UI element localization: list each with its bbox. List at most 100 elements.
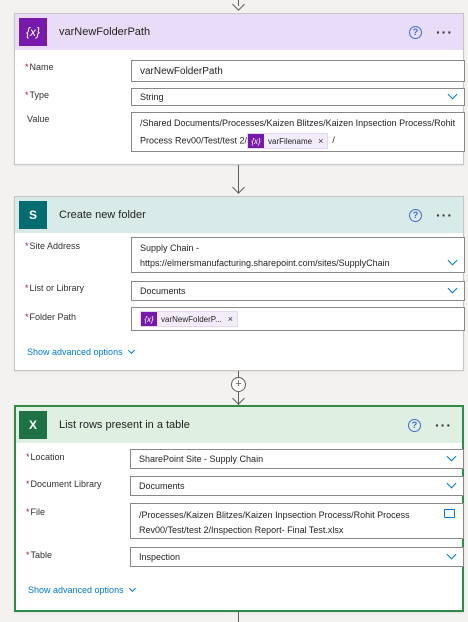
help-icon[interactable]: ? — [409, 25, 422, 39]
token-label: varNewFolderP... — [161, 314, 222, 324]
location-label-text: Location — [30, 452, 65, 462]
excel-icon-label: X — [28, 418, 37, 432]
location-dropdown[interactable]: SharePoint Site - Supply Chain — [130, 449, 464, 469]
show-advanced-options-text[interactable]: Show advanced options — [28, 585, 124, 595]
location-label: *Location — [26, 452, 65, 462]
token-remove-icon[interactable]: × — [318, 136, 323, 146]
variable-icon-label: {x} — [25, 25, 40, 39]
site-line1: Supply Chain - — [140, 243, 200, 253]
site-address-dropdown[interactable]: Supply Chain - https://elmersmanufacturi… — [131, 237, 465, 273]
value-label: Value — [27, 114, 49, 124]
site-line2: https://elmersmanufacturing.sharepoint.c… — [140, 258, 390, 268]
file-field[interactable]: /Processes/Kaizen Blitzes/Kaizen Inpsect… — [130, 503, 464, 539]
table-label: *Table — [26, 550, 52, 560]
folder-path-content: {x} varNewFolderP... × — [140, 311, 239, 327]
value-label-text: Value — [27, 114, 50, 124]
required-mark: * — [25, 62, 29, 72]
document-library-value: Documents — [139, 481, 185, 491]
list-library-label: *List or Library — [25, 283, 84, 293]
required-mark: * — [26, 452, 30, 462]
chevron-down-icon[interactable] — [447, 283, 458, 294]
required-mark: * — [25, 283, 29, 293]
card-header[interactable]: S Create new folder ? ··· — [15, 197, 463, 233]
chevron-down-icon[interactable] — [447, 255, 458, 266]
required-mark: * — [26, 479, 30, 489]
name-label-text: Name — [29, 62, 54, 72]
folder-path-label-text: Folder Path — [29, 312, 77, 322]
type-label-text: Type — [29, 90, 50, 100]
folder-picker-icon[interactable] — [444, 509, 455, 518]
variable-token-icon: {x} — [141, 312, 157, 326]
token-label: varFilename — [268, 136, 313, 146]
document-library-label-text: Document Library — [30, 479, 102, 489]
show-advanced-options-link[interactable]: Show advanced options — [27, 346, 135, 357]
chevron-down-icon[interactable] — [446, 451, 457, 462]
site-address-label-text: Site Address — [29, 241, 81, 251]
more-options-icon[interactable]: ··· — [436, 25, 453, 39]
connector-arrow-icon — [232, 0, 245, 11]
file-line2: Rev00/Test/test 2/Inspection Report- Fin… — [139, 525, 344, 535]
required-mark: * — [25, 241, 29, 251]
required-mark: * — [26, 507, 30, 517]
name-value: varNewFolderPath — [140, 66, 223, 77]
folder-path-label: *Folder Path — [25, 312, 76, 322]
table-dropdown[interactable]: Inspection — [130, 547, 464, 567]
required-mark: * — [25, 90, 29, 100]
sharepoint-icon-label: S — [28, 208, 37, 222]
connector-arrow-icon — [232, 181, 245, 194]
list-rows-card[interactable]: X List rows present in a table ? ··· *Lo… — [14, 405, 464, 612]
varnewfolderpath-token[interactable]: {x} varNewFolderP... × — [140, 311, 239, 327]
table-label-text: Table — [30, 550, 53, 560]
varfilename-token[interactable]: {x} varFilename × — [247, 133, 329, 149]
show-advanced-options-link[interactable]: Show advanced options — [28, 584, 136, 595]
more-options-icon[interactable]: ··· — [436, 208, 453, 222]
card-title[interactable]: Create new folder — [59, 209, 146, 221]
variable-icon: {x} — [19, 18, 47, 46]
name-field[interactable]: varNewFolderPath — [131, 60, 465, 82]
card-header[interactable]: {x} varNewFolderPath ? ··· — [15, 14, 463, 50]
table-value: Inspection — [139, 552, 181, 562]
list-library-label-text: List or Library — [29, 283, 85, 293]
help-icon[interactable]: ? — [409, 208, 422, 222]
variable-token-icon: {x} — [248, 134, 265, 148]
type-value: String — [140, 92, 164, 102]
add-step-icon[interactable]: + — [231, 377, 246, 392]
more-options-icon[interactable]: ··· — [435, 418, 452, 432]
folder-path-field[interactable]: {x} varNewFolderP... × — [131, 307, 465, 331]
token-remove-icon[interactable]: × — [228, 314, 233, 324]
site-address-label: *Site Address — [25, 241, 80, 251]
card-title[interactable]: varNewFolderPath — [59, 26, 150, 38]
list-library-dropdown[interactable]: Documents — [131, 281, 465, 301]
card-header[interactable]: X List rows present in a table ? ··· — [16, 407, 462, 443]
document-library-label: *Document Library — [26, 479, 102, 489]
chevron-down-icon[interactable] — [447, 89, 458, 100]
required-mark: * — [25, 312, 29, 322]
chevron-down-icon[interactable] — [446, 478, 457, 489]
document-library-dropdown[interactable]: Documents — [130, 476, 464, 496]
chevron-down-icon[interactable] — [128, 584, 136, 593]
variable-action-card[interactable]: {x} varNewFolderPath ? ··· *Name varNewF… — [14, 13, 465, 165]
help-icon[interactable]: ? — [408, 418, 421, 432]
connector-arrow-icon — [232, 392, 245, 405]
required-mark: * — [26, 550, 30, 560]
value-field[interactable]: /Shared Documents/Processes/Kaizen Blitz… — [131, 112, 465, 152]
excel-icon: X — [19, 411, 47, 439]
location-value: SharePoint Site - Supply Chain — [139, 454, 264, 464]
chevron-down-icon[interactable] — [446, 549, 457, 560]
value-line1: /Shared Documents/Processes/Kaizen Blitz… — [140, 118, 456, 128]
value-suffix: / — [332, 135, 335, 146]
file-line1: /Processes/Kaizen Blitzes/Kaizen Inpsect… — [139, 510, 410, 520]
create-folder-card[interactable]: S Create new folder ? ··· *Site Address … — [14, 196, 465, 371]
chevron-down-icon[interactable] — [127, 346, 135, 355]
value-line2: Process Rev00/Test/test 2/{x} varFilename… — [140, 133, 335, 149]
show-advanced-options-text[interactable]: Show advanced options — [27, 347, 123, 357]
sharepoint-icon: S — [19, 201, 47, 229]
type-dropdown[interactable]: String — [131, 88, 465, 106]
type-label: *Type — [25, 90, 49, 100]
list-library-value: Documents — [140, 286, 186, 296]
file-label-text: File — [30, 507, 46, 517]
card-title[interactable]: List rows present in a table — [59, 419, 190, 431]
connector-line — [238, 612, 239, 622]
file-label: *File — [26, 507, 45, 517]
value-line2-text: Process Rev00/Test/test 2/ — [140, 135, 248, 146]
